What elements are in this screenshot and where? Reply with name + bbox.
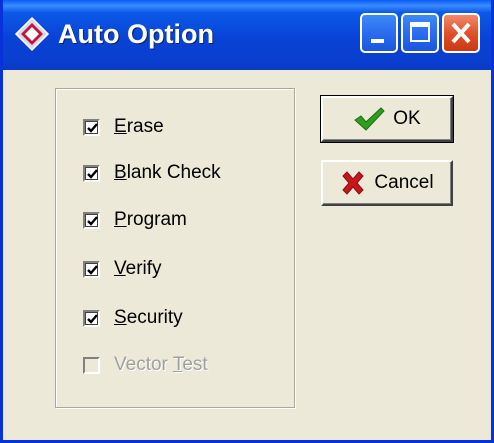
check-icon [354, 107, 385, 131]
ok-button[interactable]: OK [320, 95, 454, 143]
erase-label: Erase [114, 116, 164, 137]
erase-checkbox[interactable] [83, 118, 100, 136]
security-checkbox[interactable] [83, 309, 100, 327]
cancel-button[interactable]: Cancel [321, 160, 453, 206]
verify-label: Verify [114, 258, 162, 279]
checkmark-icon [87, 215, 98, 226]
program-checkbox[interactable] [83, 211, 100, 229]
cancel-label: Cancel [374, 172, 434, 193]
option-erase[interactable]: Erase [83, 114, 164, 140]
ok-label: OK [393, 108, 421, 129]
close-button[interactable] [442, 13, 480, 53]
blank-check-checkbox[interactable] [83, 164, 100, 182]
option-blank-check[interactable]: Blank Check [83, 160, 221, 186]
blank-check-label: Blank Check [114, 162, 221, 183]
option-program[interactable]: Program [83, 207, 187, 233]
checkmark-icon [87, 264, 98, 275]
maximize-button[interactable] [401, 13, 439, 53]
program-label: Program [114, 209, 187, 230]
auto-option-dialog: Auto Option Erase Blank Check Program Ve… [0, 0, 494, 443]
maximize-icon [410, 22, 430, 42]
option-security[interactable]: Security [83, 305, 183, 331]
option-vector-test: Vector Test [83, 352, 208, 378]
vector-test-checkbox [83, 356, 100, 374]
minimize-button[interactable] [360, 13, 398, 53]
option-verify[interactable]: Verify [83, 256, 162, 282]
x-icon [342, 171, 365, 195]
app-icon [14, 16, 50, 52]
checkmark-icon [87, 313, 98, 324]
vector-test-label: Vector Test [114, 354, 208, 375]
checkmark-icon [87, 168, 98, 179]
checkmark-icon [87, 122, 98, 133]
security-label: Security [114, 307, 183, 328]
verify-checkbox[interactable] [83, 260, 100, 278]
close-icon [451, 22, 471, 44]
minimize-icon [371, 39, 384, 43]
title-bar[interactable]: Auto Option [3, 0, 491, 70]
window-title: Auto Option [58, 19, 214, 49]
